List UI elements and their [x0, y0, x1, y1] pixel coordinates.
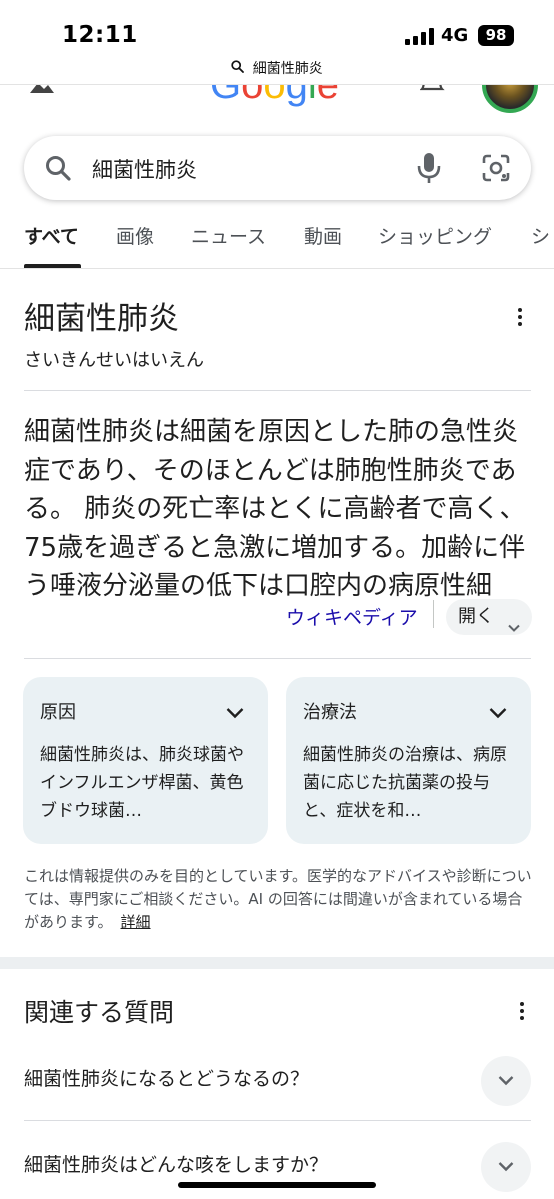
search-icon [231, 59, 245, 77]
open-button-label: 開く [458, 606, 494, 627]
card-body: 細菌性肺炎は、肺炎球菌やインフルエンザ桿菌、黄色ブドウ球菌… [40, 745, 244, 821]
separator [433, 600, 434, 628]
section-divider [0, 957, 554, 969]
ai-disclaimer: これは情報提供のみを目的としています。医学的なアドバイスや診断については、専門家… [24, 865, 534, 934]
open-button[interactable]: 開く [446, 599, 532, 635]
disclaimer-text: これは情報提供のみを目的としています。医学的なアドバイスや診断については、専門家… [24, 867, 532, 931]
chevron-down-icon [498, 1162, 514, 1172]
status-bar: 12:11 4G 98 [0, 0, 554, 62]
active-tab-indicator [24, 264, 81, 268]
card-body: 細菌性肺炎の治療は、病原菌に応じた抗菌薬の投与と、症状を和… [303, 745, 507, 821]
google-logo[interactable]: Google [210, 85, 339, 108]
search-icon[interactable] [44, 154, 72, 182]
tab-videos[interactable]: 動画 [304, 222, 342, 249]
card-title: 治療法 [303, 702, 357, 723]
cause-card[interactable]: 原因 細菌性肺炎は、肺炎球菌やインフルエンザ桿菌、黄色ブドウ球菌… [23, 677, 268, 844]
search-tabs: すべて 画像 ニュース 動画 ショッピング シ [0, 212, 554, 269]
network-label: 4G [441, 25, 469, 46]
camera-icon[interactable] [482, 154, 510, 182]
question-text: 細菌性肺炎はどんな咳をしますか？ [24, 1154, 329, 1176]
status-time: 12:11 [62, 22, 138, 48]
divider [24, 658, 531, 659]
description-text: 細菌性肺炎は細菌を原因とした肺の急性炎症であり、そのほとんどは肺胞性肺炎である。… [24, 417, 526, 601]
tab-more[interactable]: シ [531, 222, 550, 249]
mic-icon[interactable] [416, 152, 442, 184]
signal-icon [405, 27, 435, 45]
divider [24, 390, 531, 391]
search-box[interactable]: 細菌性肺炎 [24, 136, 531, 200]
card-title: 原因 [40, 702, 76, 723]
chevron-down-icon [498, 1076, 514, 1086]
tab-images[interactable]: 画像 [116, 222, 154, 249]
search-input[interactable]: 細菌性肺炎 [92, 154, 197, 184]
expand-button[interactable] [481, 1056, 531, 1106]
app-header: Google [0, 84, 554, 118]
wikipedia-link[interactable]: ウィキペディア [284, 603, 418, 630]
page-title: 細菌性肺炎 [24, 301, 179, 337]
chevron-down-icon[interactable] [226, 704, 244, 719]
avatar[interactable] [482, 85, 538, 113]
details-link[interactable]: 詳細 [121, 913, 151, 931]
url-text: 細菌性肺炎 [252, 61, 323, 77]
chevron-down-icon [508, 611, 520, 632]
url-bar[interactable]: 細菌性肺炎 [0, 58, 554, 84]
related-questions-title: 関連する質問 [24, 998, 175, 1027]
expand-button[interactable] [481, 1142, 531, 1192]
title-reading: さいきんせいはいえん [24, 350, 204, 371]
tab-all[interactable]: すべて [24, 222, 79, 249]
battery-indicator: 98 [478, 25, 514, 46]
bell-icon[interactable] [419, 85, 450, 99]
more-vert-icon[interactable] [510, 306, 530, 328]
tab-shopping[interactable]: ショッピング [378, 222, 492, 249]
menu-icon[interactable] [28, 85, 56, 97]
question-text: 細菌性肺炎になるとどうなるの？ [24, 1068, 310, 1090]
chevron-down-icon[interactable] [489, 704, 507, 719]
tab-news[interactable]: ニュース [191, 222, 266, 249]
related-question[interactable]: 細菌性肺炎になるとどうなるの？ [24, 1034, 531, 1120]
more-vert-icon[interactable] [512, 1000, 532, 1022]
home-indicator[interactable] [178, 1182, 376, 1188]
treatment-card[interactable]: 治療法 細菌性肺炎の治療は、病原菌に応じた抗菌薬の投与と、症状を和… [286, 677, 531, 844]
